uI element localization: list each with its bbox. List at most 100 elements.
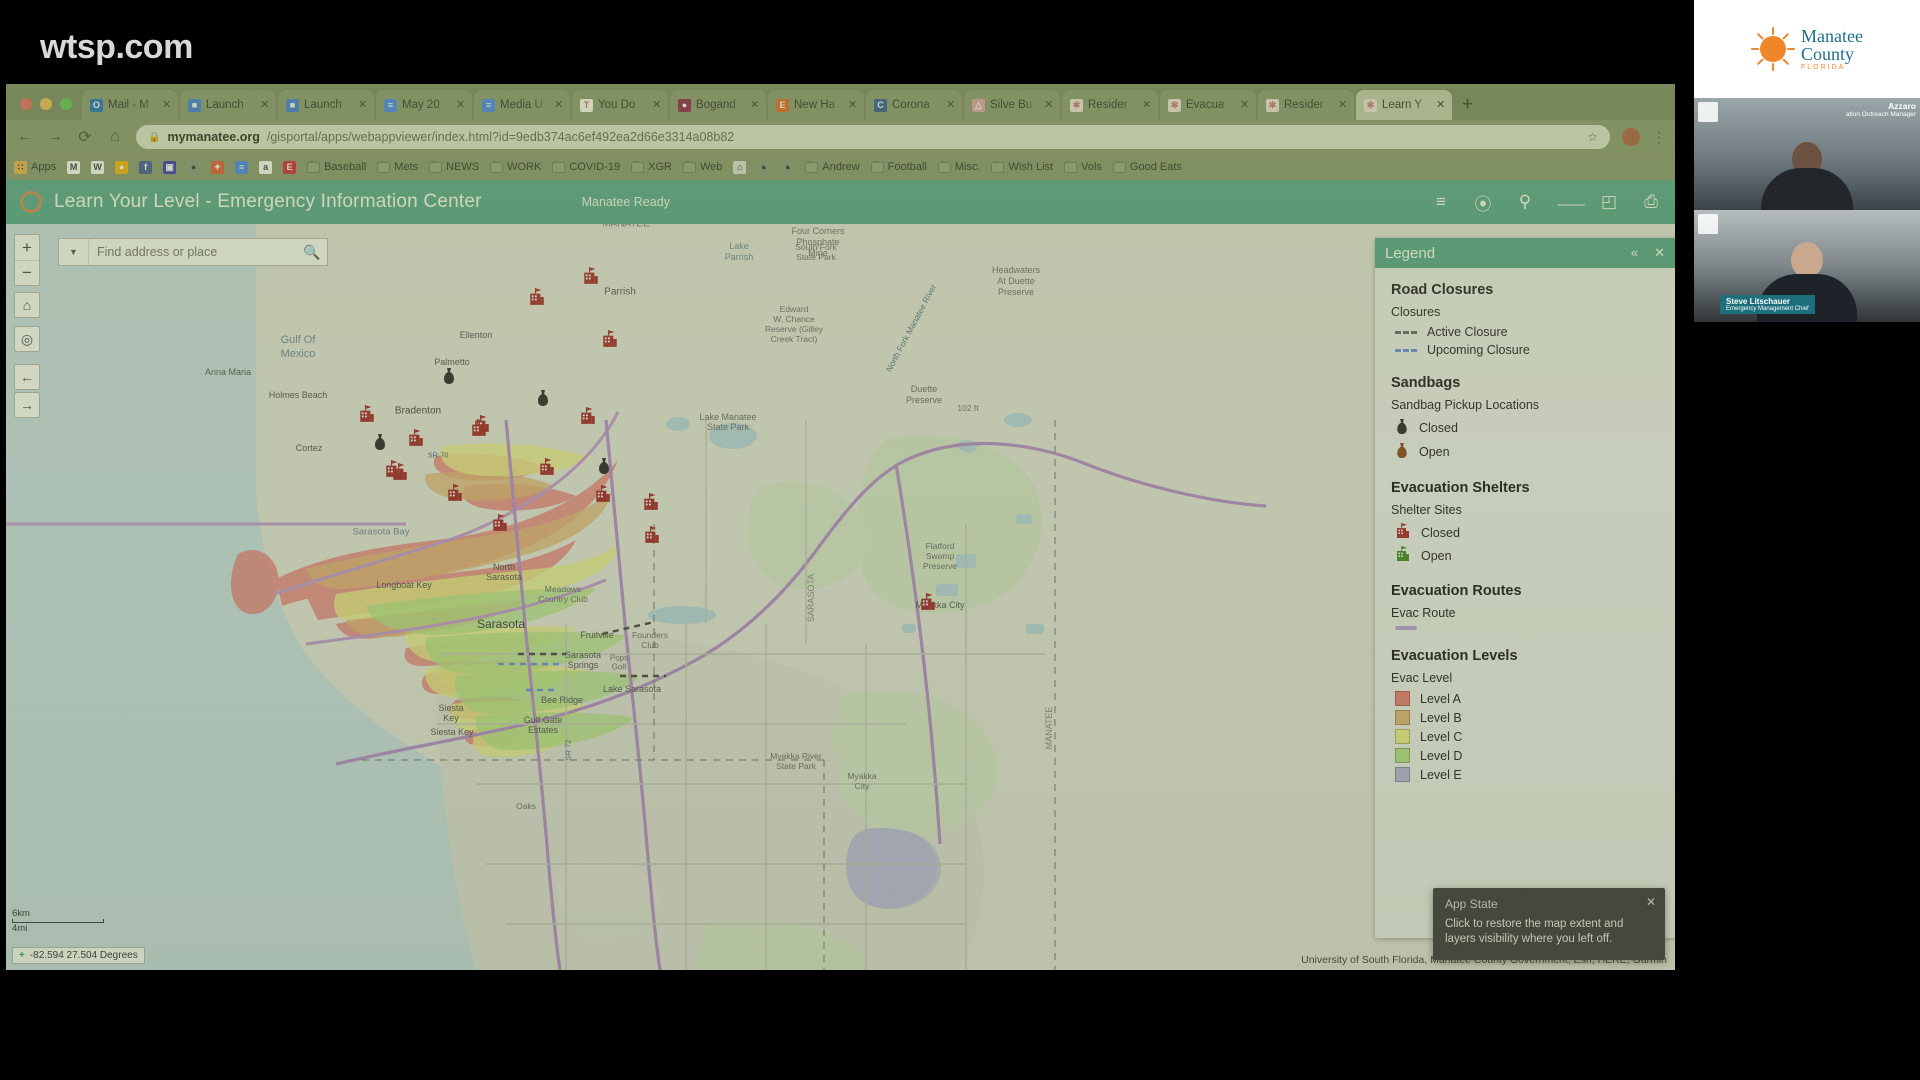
zoom-in-button[interactable]: +	[15, 235, 39, 260]
shelter-marker[interactable]	[470, 419, 488, 442]
browser-tab[interactable]: ● Bogand ✕	[670, 90, 766, 120]
tab-close-icon[interactable]: ✕	[260, 99, 270, 111]
toast-close-icon[interactable]: ✕	[1646, 895, 1656, 909]
bookmark-item[interactable]: E	[283, 160, 297, 174]
bookmark-item[interactable]: Andrew	[805, 160, 860, 173]
tab-close-icon[interactable]: ✕	[750, 99, 760, 111]
tab-close-icon[interactable]: ✕	[456, 99, 466, 111]
print-icon[interactable]: ⎙	[1641, 192, 1661, 212]
search-icon[interactable]: 🔍	[297, 244, 327, 261]
bookmark-star-icon[interactable]: ☆	[1587, 130, 1598, 144]
browser-tab[interactable]: ✻ Evacua ✕	[1160, 90, 1256, 120]
search-icon[interactable]: ⚲	[1515, 192, 1535, 212]
bookmark-item[interactable]: Football	[870, 160, 927, 173]
close-window-button[interactable]	[20, 98, 32, 110]
bookmark-item[interactable]: ✦	[211, 160, 225, 174]
shelter-marker[interactable]	[582, 267, 600, 290]
back-icon[interactable]: ←	[16, 128, 34, 146]
browser-tab[interactable]: ✻ Learn Y ✕	[1356, 90, 1452, 120]
app-state-toast[interactable]: ✕ App State Click to restore the map ext…	[1433, 887, 1665, 960]
bookmark-item[interactable]: ●	[187, 160, 201, 174]
browser-tab[interactable]: T You Do ✕	[572, 90, 668, 120]
browser-tab[interactable]: ■ Launch ✕	[180, 90, 276, 120]
browser-tab[interactable]: ✻ Resider ✕	[1258, 90, 1354, 120]
bookmark-item[interactable]: Wish List	[991, 160, 1053, 173]
tab-close-icon[interactable]: ✕	[1142, 99, 1152, 111]
bookmark-item[interactable]: COVID-19	[552, 160, 620, 173]
zoom-controls[interactable]: + −	[14, 234, 40, 286]
minimize-window-button[interactable]	[40, 98, 52, 110]
browser-tab[interactable]: ≡ Media U ✕	[474, 90, 570, 120]
video-tile-1[interactable]: Azzaro ation Outreach Manager	[1694, 98, 1920, 210]
shelter-marker[interactable]	[919, 593, 937, 616]
browser-tab[interactable]: C Corona ✕	[866, 90, 962, 120]
shelter-marker[interactable]	[594, 485, 612, 508]
browser-tab[interactable]: O Mail - M ✕	[82, 90, 178, 120]
layer-list-icon[interactable]: ≡	[1431, 192, 1451, 212]
new-tab-button[interactable]: +	[1454, 94, 1483, 120]
map-canvas[interactable]: MANATEE Four Corners Phosphate Mine Lake Parr…	[6, 224, 1675, 970]
tab-close-icon[interactable]: ✕	[1338, 99, 1348, 111]
shelter-marker[interactable]	[579, 407, 597, 430]
bookmark-item[interactable]: M	[67, 160, 81, 174]
bookmark-item[interactable]: f	[139, 160, 153, 174]
bookmark-item[interactable]: ∷ Apps	[14, 160, 56, 174]
next-extent-button[interactable]: →	[14, 392, 40, 418]
coordinate-toggle-icon[interactable]: +	[19, 950, 25, 961]
browser-tab[interactable]: ≡ May 20 ✕	[376, 90, 472, 120]
profile-avatar[interactable]	[1622, 128, 1640, 146]
shelter-marker[interactable]	[601, 330, 619, 353]
bookmark-item[interactable]: Mets	[377, 160, 418, 173]
my-location-icon[interactable]: ⦿	[1473, 190, 1493, 215]
coordinate-readout[interactable]: + -82.594 27.504 Degrees	[12, 947, 145, 964]
shelter-marker[interactable]	[642, 493, 660, 516]
tab-close-icon[interactable]: ✕	[358, 99, 368, 111]
bookmark-item[interactable]: Good Eats	[1112, 160, 1182, 173]
reload-icon[interactable]: ⟳	[76, 127, 94, 147]
address-bar[interactable]: 🔒 mymanatee.org/gisportal/apps/webappvie…	[136, 125, 1610, 149]
shelter-marker[interactable]	[407, 429, 425, 452]
bookmark-item[interactable]: ▣	[163, 160, 177, 174]
bookmark-item[interactable]: Vols	[1064, 160, 1102, 173]
browser-menu-icon[interactable]: ⋮	[1652, 129, 1666, 146]
shelter-marker[interactable]	[491, 514, 509, 537]
bookmark-item[interactable]: NEWS	[429, 160, 479, 173]
bookmark-item[interactable]: Misc.	[937, 160, 980, 173]
locate-button[interactable]: ◎	[14, 326, 40, 352]
browser-tab[interactable]: ✻ Resider ✕	[1062, 90, 1158, 120]
bookmark-item[interactable]: a	[259, 160, 273, 174]
sandbag-marker[interactable]	[536, 389, 550, 412]
shelter-marker[interactable]	[384, 460, 402, 483]
bookmark-item[interactable]: ≡	[235, 160, 249, 174]
sandbag-marker[interactable]	[373, 433, 387, 456]
video-tile-2[interactable]: Steve Litschauer Emergency Management Ch…	[1694, 210, 1920, 322]
sandbag-marker[interactable]	[442, 367, 456, 390]
layers-icon[interactable]: ◰	[1599, 192, 1619, 212]
shelter-marker[interactable]	[538, 458, 556, 481]
tab-close-icon[interactable]: ✕	[848, 99, 858, 111]
home-icon[interactable]: ⌂	[106, 128, 124, 146]
browser-tab[interactable]: E New Ha ✕	[768, 90, 864, 120]
bookmark-item[interactable]: ●	[757, 160, 771, 174]
tab-close-icon[interactable]: ✕	[946, 99, 956, 111]
shelter-marker[interactable]	[528, 288, 546, 311]
tab-close-icon[interactable]: ✕	[1436, 99, 1446, 111]
bookmark-item[interactable]: XGR	[631, 160, 672, 173]
chevron-down-icon[interactable]: ▼	[59, 239, 89, 265]
maximize-window-button[interactable]	[60, 98, 72, 110]
tab-close-icon[interactable]: ✕	[652, 99, 662, 111]
search-input[interactable]	[89, 245, 297, 259]
home-extent-button[interactable]: ⌂	[14, 292, 40, 318]
shelter-marker[interactable]	[643, 526, 661, 549]
bookmark-item[interactable]: Baseball	[307, 160, 366, 173]
window-traffic-lights[interactable]	[14, 98, 82, 120]
bookmark-item[interactable]: WORK	[490, 160, 541, 173]
bookmark-item[interactable]: ●	[781, 160, 795, 174]
bookmark-item[interactable]: W	[91, 160, 105, 174]
map-search-box[interactable]: ▼ 🔍	[58, 238, 328, 266]
browser-tab[interactable]: ■ Launch ✕	[278, 90, 374, 120]
measure-icon[interactable]: ⸺	[1557, 190, 1586, 215]
shelter-marker[interactable]	[358, 405, 376, 428]
sandbag-marker[interactable]	[597, 457, 611, 480]
browser-tab[interactable]: △ Silve Bu ✕	[964, 90, 1060, 120]
